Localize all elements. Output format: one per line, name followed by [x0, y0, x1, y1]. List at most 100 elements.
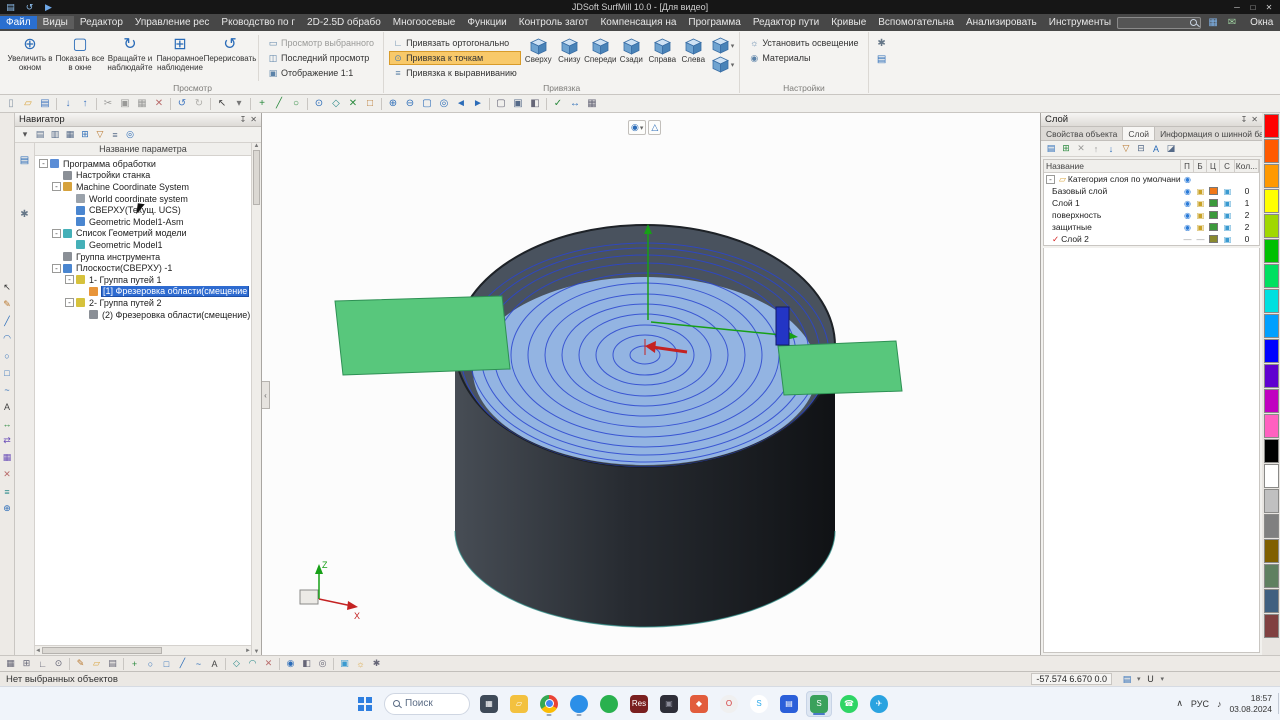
header-name[interactable]: Название: [1044, 160, 1181, 172]
layer-row[interactable]: Слой 1 ◉ ▣ ▣ 1: [1044, 197, 1259, 209]
undo-icon[interactable]: ↺: [174, 96, 190, 111]
rotate-observe-button[interactable]: ↻ Вращайте и наблюдайте: [105, 33, 155, 72]
confirm-icon[interactable]: ✓: [550, 96, 566, 111]
tree-expander[interactable]: -: [52, 263, 61, 273]
menu-item[interactable]: Программа: [682, 16, 746, 29]
draw-line-icon[interactable]: ╱: [271, 96, 287, 111]
line-tool-icon[interactable]: ╱: [1, 315, 14, 328]
display-1to1-option[interactable]: ▣ Отображение 1:1: [264, 66, 378, 80]
delete-icon[interactable]: ✕: [151, 96, 167, 111]
render-icon[interactable]: ◉: [283, 657, 298, 671]
screen-icon[interactable]: ▣: [1220, 223, 1235, 232]
objects-icon[interactable]: ▤: [105, 657, 120, 671]
select-icon[interactable]: ↖: [214, 96, 230, 111]
add-layer-icon[interactable]: ⊞: [1059, 142, 1073, 155]
horizontal-scrollbar[interactable]: ◄ ►: [35, 645, 251, 655]
arc-tool-icon[interactable]: ◠: [1, 332, 14, 345]
palette-color[interactable]: [1263, 289, 1279, 313]
palette-color[interactable]: [1263, 239, 1279, 263]
tree-node[interactable]: Geometric Model1-Asm: [35, 216, 251, 228]
fit-all-button[interactable]: ▢ Показать все в окне: [55, 33, 105, 72]
green-circle-app[interactable]: [596, 691, 622, 717]
task-view-app[interactable]: ▦: [476, 691, 502, 717]
telegram-app[interactable]: ✈: [866, 691, 892, 717]
palette-color[interactable]: [1263, 414, 1279, 438]
draw-circle-icon[interactable]: ○: [288, 96, 304, 111]
zoom-all-icon[interactable]: ◎: [436, 96, 452, 111]
export-icon[interactable]: ↑: [77, 96, 93, 111]
visibility-icon[interactable]: ◉: [1181, 223, 1194, 232]
zoom-window-button[interactable]: ⊕ Увеличить в окном: [5, 33, 55, 72]
draw-point-icon[interactable]: +: [254, 96, 270, 111]
category-expander[interactable]: -: [1046, 174, 1055, 184]
menu-item[interactable]: 2D-2.5D обрабо: [301, 16, 387, 29]
grid-toggle-icon[interactable]: ▦: [3, 657, 18, 671]
surfmill-app[interactable]: S: [806, 690, 832, 717]
view-right-button[interactable]: Справа: [647, 35, 678, 65]
tree-expander[interactable]: -: [65, 298, 74, 308]
tree-node[interactable]: - Плоскости(СВЕРХУ) -1: [35, 262, 251, 274]
menu-item[interactable]: Редактор пути: [747, 16, 825, 29]
scroll-up-icon[interactable]: ▲: [254, 143, 260, 149]
menu-item[interactable]: Многоосевые: [387, 16, 462, 29]
menu-item[interactable]: Редактор: [74, 16, 129, 29]
menu-item[interactable]: Инструменты: [1043, 16, 1117, 29]
layer-panel-tab[interactable]: Информация о шинной базе: [1155, 127, 1279, 140]
close-icon[interactable]: ✕: [250, 115, 257, 124]
vertical-scrollbar[interactable]: ▲ ▼: [251, 143, 261, 655]
header-color[interactable]: Ц: [1207, 160, 1220, 172]
rect-tool-icon[interactable]: □: [1, 366, 14, 379]
tree-node[interactable]: - 1- Группа путей 1: [35, 274, 251, 286]
menu-item[interactable]: Вспомогательна: [872, 16, 960, 29]
tree-node[interactable]: [1] Фрезеровка области(смещение: [35, 285, 251, 298]
zoom-in-icon[interactable]: ⊕: [385, 96, 401, 111]
filter-icon[interactable]: ▽: [93, 128, 107, 141]
half-shade-icon[interactable]: ◧: [527, 96, 543, 111]
details-icon[interactable]: ≡: [108, 128, 122, 141]
plane-lock-icon[interactable]: ▤: [1120, 673, 1134, 685]
viewport[interactable]: Z X ◉ ▾ △ ‹: [262, 113, 1040, 655]
tree-node[interactable]: World coordinate system: [35, 193, 251, 205]
left-fixture-plate[interactable]: [334, 295, 511, 376]
screen-icon[interactable]: ▣: [1220, 199, 1235, 208]
screen-icon[interactable]: ▣: [1220, 211, 1235, 220]
volume-icon[interactable]: ♪: [1217, 699, 1222, 709]
close-button[interactable]: ✕: [1262, 1, 1276, 13]
lock-icon[interactable]: ▣: [1194, 199, 1207, 208]
panel-collapse-handle[interactable]: ‹: [262, 381, 270, 409]
tree-node[interactable]: (2) Фрезеровка области(смещение): [35, 309, 251, 321]
merge-layer-icon[interactable]: ⊟: [1134, 142, 1148, 155]
wire-mode-icon[interactable]: ◎: [315, 657, 330, 671]
palette-color[interactable]: [1263, 539, 1279, 563]
shaded-icon[interactable]: ▣: [510, 96, 526, 111]
text-color-icon[interactable]: A: [1149, 142, 1163, 155]
shade-mode-icon[interactable]: ◧: [299, 657, 314, 671]
palette-color[interactable]: [1263, 114, 1279, 138]
tree-node[interactable]: Группа инструмента: [35, 251, 251, 263]
params-icon[interactable]: ✱: [874, 36, 890, 51]
layer-panel-tab[interactable]: Свойства объекта: [1041, 127, 1124, 140]
menu-item[interactable]: Виды: [36, 16, 74, 29]
save-icon[interactable]: ▤: [4, 1, 17, 13]
pin-icon[interactable]: ↧: [240, 115, 247, 124]
zoom-tool-icon[interactable]: ⊕: [1, 502, 14, 515]
material-icon[interactable]: ▣: [337, 657, 352, 671]
light-icon[interactable]: ☼: [353, 657, 368, 671]
menu-item[interactable]: Кривые: [825, 16, 872, 29]
locate-icon[interactable]: ◎: [123, 128, 137, 141]
grid-view-icon[interactable]: ▦: [63, 128, 77, 141]
palette-color[interactable]: [1263, 164, 1279, 188]
new-file-icon[interactable]: ▯: [3, 96, 19, 111]
erase-tool-icon[interactable]: ✕: [1, 468, 14, 481]
sketch-icon[interactable]: ✎: [73, 657, 88, 671]
save-icon[interactable]: ▤: [37, 96, 53, 111]
palette-color[interactable]: [1263, 389, 1279, 413]
polar-icon[interactable]: ⊙: [51, 657, 66, 671]
delete-layer-icon[interactable]: ✕: [1074, 142, 1088, 155]
last-view-option[interactable]: ◫ Последний просмотр: [264, 51, 378, 65]
visibility-icon[interactable]: ◉: [1181, 187, 1194, 196]
tray-language[interactable]: РУС: [1191, 699, 1209, 709]
rect-tool-icon[interactable]: □: [159, 657, 174, 671]
snap-intersect-icon[interactable]: ✕: [345, 96, 361, 111]
screen-icon[interactable]: ▣: [1220, 235, 1235, 244]
